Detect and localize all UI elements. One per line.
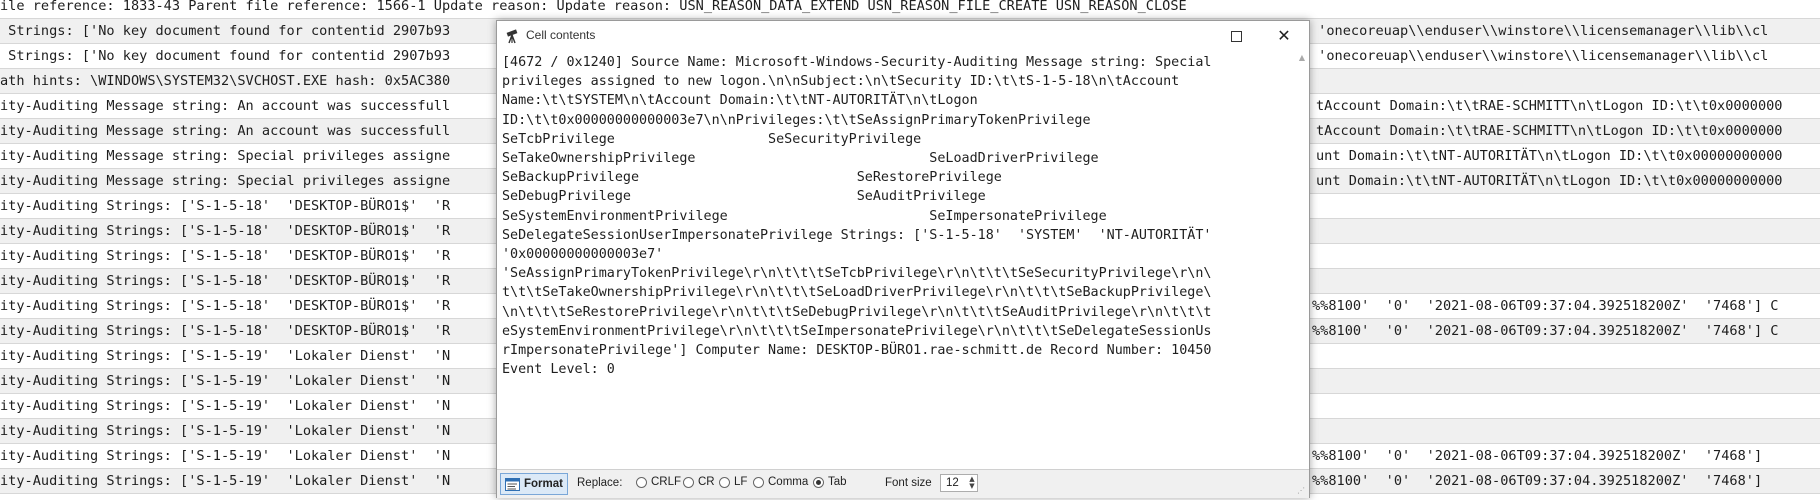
grid-cell-left[interactable]: ity-Auditing Strings: ['S-1-5-19' 'Lokal…: [0, 469, 450, 493]
format-label: Format: [524, 478, 563, 490]
dialog-titlebar[interactable]: Cell contents ✕: [497, 21, 1309, 51]
grid-cell-left[interactable]: ity-Auditing Strings: ['S-1-5-18' 'DESKT…: [0, 244, 450, 268]
grid-cell-right[interactable]: tAccount Domain:\t\tRAE-SCHMITT\n\tLogon…: [1316, 94, 1783, 118]
grid-cell-right[interactable]: unt Domain:\t\tNT-AUTORITÄT\n\tLogon ID:…: [1316, 144, 1783, 168]
maximize-icon: [1230, 30, 1242, 42]
grid-cell-left[interactable]: ile reference: 1833-43 Parent file refer…: [0, 0, 1187, 18]
vertical-scrollbar[interactable]: ▲ ▼: [1295, 51, 1309, 483]
spin-arrows-icon[interactable]: ▲ ▼: [968, 476, 976, 490]
grid-cell-left[interactable]: Strings: ['No key document found for con…: [0, 44, 450, 68]
radio-indicator: [753, 476, 764, 488]
grid-row[interactable]: ile reference: 1833-43 Parent file refer…: [0, 0, 1820, 19]
grid-cell-left[interactable]: Strings: ['No key document found for con…: [0, 19, 450, 43]
grid-cell-left[interactable]: ity-Auditing Strings: ['S-1-5-19' 'Lokal…: [0, 369, 450, 393]
close-icon: ✕: [1277, 26, 1291, 45]
grid-cell-right[interactable]: %%8100' '0' '2021-08-06T09:37:04.3925182…: [1312, 319, 1779, 343]
grid-cell-right[interactable]: %%8100' '0' '2021-08-06T09:37:04.3925182…: [1312, 294, 1779, 318]
replace-tab-radio[interactable]: Tab: [813, 476, 847, 488]
grid-cell-right[interactable]: 'onecoreuap\\enduser\\winstore\\licensem…: [1310, 19, 1768, 43]
grid-cell-right[interactable]: 'onecoreuap\\enduser\\winstore\\licensem…: [1310, 44, 1768, 68]
grid-cell-left[interactable]: ity-Auditing Strings: ['S-1-5-18' 'DESKT…: [0, 269, 450, 293]
radio-label: Tab: [828, 476, 847, 488]
radio-label: Comma: [768, 476, 809, 488]
format-button[interactable]: Format: [500, 473, 568, 495]
radio-label: CR: [698, 476, 715, 488]
grid-cell-left[interactable]: ity-Auditing Strings: ['S-1-5-19' 'Lokal…: [0, 444, 450, 468]
radio-indicator: [719, 476, 730, 488]
grid-cell-left[interactable]: ity-Auditing Strings: ['S-1-5-18' 'DESKT…: [0, 294, 450, 318]
grid-cell-left[interactable]: ity-Auditing Strings: ['S-1-5-19' 'Lokal…: [0, 419, 450, 443]
telescope-app-icon: [505, 28, 521, 44]
grid-cell-left[interactable]: ity-Auditing Strings: ['S-1-5-18' 'DESKT…: [0, 219, 450, 243]
replace-crlf-radio[interactable]: CRLF: [636, 476, 681, 488]
close-button[interactable]: ✕: [1261, 21, 1307, 51]
grid-cell-right[interactable]: %%8100' '0' '2021-08-06T09:37:04.3925182…: [1312, 469, 1762, 493]
replace-label: Replace:: [577, 477, 623, 489]
radio-indicator: [683, 476, 694, 488]
grid-cell-right[interactable]: %%8100' '0' '2021-08-06T09:37:04.3925182…: [1312, 444, 1762, 468]
grid-cell-left[interactable]: ity-Auditing Message string: Special pri…: [0, 169, 450, 193]
grid-cell-left[interactable]: ity-Auditing Strings: ['S-1-5-18' 'DESKT…: [0, 319, 450, 343]
grid-cell-right[interactable]: tAccount Domain:\t\tRAE-SCHMITT\n\tLogon…: [1316, 119, 1783, 143]
font-size-label: Font size: [885, 477, 932, 489]
grid-cell-left[interactable]: ity-Auditing Message string: An account …: [0, 119, 450, 143]
radio-indicator: [636, 476, 647, 488]
cell-contents-dialog: Cell contents ✕ [4672 / 0x1240] Source N…: [496, 20, 1310, 498]
cell-content-text[interactable]: [4672 / 0x1240] Source Name: Microsoft-W…: [498, 51, 1294, 483]
format-icon: [505, 477, 520, 491]
grid-cell-left[interactable]: ity-Auditing Strings: ['S-1-5-19' 'Lokal…: [0, 344, 450, 368]
radio-indicator: [813, 476, 824, 488]
font-size-stepper[interactable]: 12 ▲ ▼: [940, 474, 978, 492]
grid-cell-left[interactable]: ity-Auditing Strings: ['S-1-5-19' 'Lokal…: [0, 394, 450, 418]
dialog-title: Cell contents: [526, 28, 596, 42]
replace-comma-radio[interactable]: Comma: [753, 476, 808, 488]
grid-cell-left[interactable]: ity-Auditing Strings: ['S-1-5-18' 'DESKT…: [0, 194, 450, 218]
radio-label: LF: [734, 476, 748, 488]
grid-cell-left[interactable]: ity-Auditing Message string: An account …: [0, 94, 450, 118]
grid-cell-left[interactable]: ath hints: \WINDOWS\SYSTEM32\SVCHOST.EXE…: [0, 69, 450, 93]
dialog-toolbar: Format Replace: CRLF CR LF Comma Tab Fon…: [497, 469, 1309, 498]
maximize-button[interactable]: [1213, 21, 1259, 51]
replace-cr-radio[interactable]: CR: [683, 476, 715, 488]
scroll-up-icon[interactable]: ▲: [1297, 53, 1307, 63]
resize-grip-icon[interactable]: ⋰: [1297, 486, 1307, 496]
grid-cell-right[interactable]: unt Domain:\t\tNT-AUTORITÄT\n\tLogon ID:…: [1316, 169, 1783, 193]
grid-cell-left[interactable]: ity-Auditing Message string: Special pri…: [0, 144, 450, 168]
radio-label: CRLF: [651, 476, 682, 488]
replace-lf-radio[interactable]: LF: [719, 476, 747, 488]
font-size-value: 12: [946, 477, 959, 489]
